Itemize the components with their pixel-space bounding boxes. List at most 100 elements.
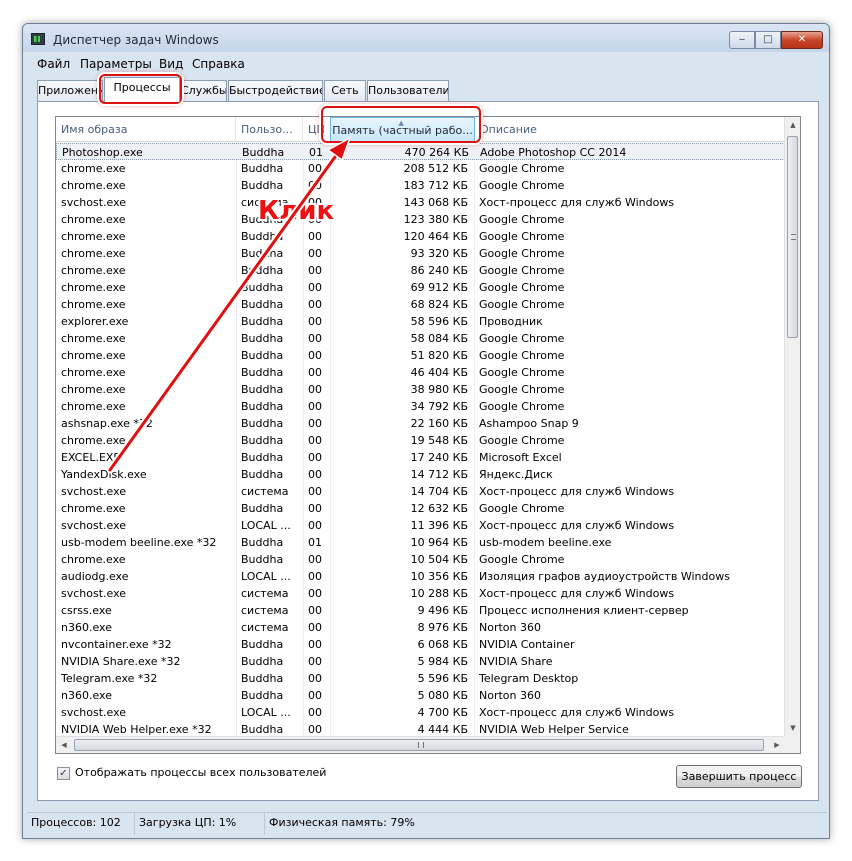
status-cpu-usage: Загрузка ЦП: 1%: [135, 813, 265, 835]
title-bar[interactable]: Диспетчер задач Windows ‒ □ ✕: [23, 24, 829, 52]
scroll-left-icon[interactable]: ◀: [56, 737, 72, 753]
horizontal-scrollbar[interactable]: ◀ ▶: [56, 736, 785, 753]
close-button[interactable]: ✕: [781, 31, 823, 49]
table-row[interactable]: chrome.exe Buddha 00 183 712 КБ Google Chrom…: [56, 177, 785, 194]
table-row[interactable]: chrome.exe Buddha 00 34 792 КБ Google Chrome: [56, 398, 785, 415]
menu-options[interactable]: Параметры: [80, 57, 152, 71]
process-cpu: 00: [308, 349, 322, 362]
end-process-button[interactable]: Завершить процесс: [676, 765, 802, 788]
table-row[interactable]: chrome.exe Buddha 00 123 380 КБ Google Chrom…: [56, 211, 785, 228]
table-row[interactable]: chrome.exe Buddha 00 58 084 КБ Google Chrome: [56, 330, 785, 347]
table-row[interactable]: chrome.exe Buddha 00 10 504 КБ Google Chrome: [56, 551, 785, 568]
table-row[interactable]: chrome.exe Buddha 00 93 320 КБ Google Chrome: [56, 245, 785, 262]
process-name: svchost.exe: [61, 519, 127, 532]
scrollbar-corner: [784, 736, 800, 753]
table-row[interactable]: csrss.exe система 00 9 496 КБ Процесс исполн…: [56, 602, 785, 619]
process-name: EXCEL.EXE: [61, 451, 121, 464]
table-row[interactable]: Photoshop.exe Buddha 01 470 264 КБ Adobe Pho…: [56, 143, 785, 160]
scroll-up-icon[interactable]: ▲: [785, 117, 800, 134]
process-name: chrome.exe: [61, 281, 126, 294]
process-memory: 183 712 КБ: [403, 179, 468, 192]
tab-users[interactable]: Пользователи: [367, 80, 449, 101]
process-description: Хост-процесс для служб Windows: [479, 587, 675, 600]
minimize-button[interactable]: ‒: [729, 31, 755, 49]
column-header-description[interactable]: Описание: [475, 117, 785, 142]
tab-services[interactable]: Службы: [180, 80, 227, 101]
process-user: Buddha: [241, 179, 284, 192]
process-user: Buddha: [241, 655, 284, 668]
table-row[interactable]: n360.exe система 00 8 976 КБ Norton 360: [56, 619, 785, 636]
process-memory: 8 976 КБ: [417, 621, 468, 634]
process-memory: 34 792 КБ: [410, 400, 468, 413]
menu-file[interactable]: Файл: [37, 57, 70, 71]
table-row[interactable]: svchost.exe LOCAL ... 00 11 396 КБ Хост-проц…: [56, 517, 785, 534]
scroll-down-icon[interactable]: ▼: [785, 720, 800, 737]
process-name: chrome.exe: [61, 179, 126, 192]
process-list[interactable]: Имя образа Пользо... ЦП ▲ Память (частны…: [55, 116, 801, 754]
process-user: Buddha: [241, 230, 284, 243]
table-row[interactable]: nvcontainer.exe *32 Buddha 00 6 068 КБ NVIDI…: [56, 636, 785, 653]
vertical-scrollbar[interactable]: ▲ ▼: [784, 117, 800, 737]
tab-network[interactable]: Сеть: [324, 80, 366, 101]
tab-processes[interactable]: Процессы: [104, 77, 180, 102]
process-user: Buddha: [241, 264, 284, 277]
table-row[interactable]: svchost.exe система 00 10 288 КБ Хост-процес…: [56, 585, 785, 602]
column-header-user[interactable]: Пользо...: [236, 117, 303, 142]
process-description: Google Chrome: [479, 434, 565, 447]
table-row[interactable]: audiodg.exe LOCAL ... 00 10 356 КБ Изоляция …: [56, 568, 785, 585]
table-row[interactable]: ashsnap.exe *32 Buddha 00 22 160 КБ Ashampoo…: [56, 415, 785, 432]
process-name: Photoshop.exe: [62, 146, 143, 159]
table-row[interactable]: chrome.exe Buddha 00 46 404 КБ Google Chrome: [56, 364, 785, 381]
table-row[interactable]: chrome.exe Buddha 00 69 912 КБ Google Chrome: [56, 279, 785, 296]
process-name: svchost.exe: [61, 587, 127, 600]
process-cpu: 00: [308, 383, 322, 396]
table-row[interactable]: chrome.exe Buddha 00 12 632 КБ Google Chrome: [56, 500, 785, 517]
process-description: NVIDIA Container: [479, 638, 575, 651]
process-user: Buddha: [241, 349, 284, 362]
table-row[interactable]: svchost.exe система 00 143 068 КБ Хост-проце…: [56, 194, 785, 211]
menu-help[interactable]: Справка: [192, 57, 245, 71]
process-user: Buddha: [241, 689, 284, 702]
table-row[interactable]: chrome.exe Buddha 00 68 824 КБ Google Chrome: [56, 296, 785, 313]
maximize-button[interactable]: □: [755, 31, 781, 49]
process-cpu: 00: [308, 366, 322, 379]
process-name: Telegram.exe *32: [61, 672, 158, 685]
table-row[interactable]: usb-modem beeline.exe *32 Buddha 01 10 964 …: [56, 534, 785, 551]
process-memory: 86 240 КБ: [410, 264, 468, 277]
table-row[interactable]: svchost.exe LOCAL ... 00 4 700 КБ Хост-проце…: [56, 704, 785, 721]
process-user: LOCAL ...: [241, 519, 291, 532]
task-manager-window: Диспетчер задач Windows ‒ □ ✕ Файл Парам…: [22, 23, 830, 839]
table-row[interactable]: chrome.exe Buddha 00 120 464 КБ Google Chrom…: [56, 228, 785, 245]
table-row[interactable]: EXCEL.EXE Buddha 00 17 240 КБ Microsoft Exce…: [56, 449, 785, 466]
column-header-image-name[interactable]: Имя образа: [56, 117, 236, 142]
table-row[interactable]: n360.exe Buddha 00 5 080 КБ Norton 360: [56, 687, 785, 704]
table-row[interactable]: chrome.exe Buddha 00 51 820 КБ Google Chrome: [56, 347, 785, 364]
table-row[interactable]: explorer.exe Buddha 00 58 596 КБ Проводник: [56, 313, 785, 330]
process-name: n360.exe: [61, 689, 112, 702]
table-row[interactable]: chrome.exe Buddha 00 86 240 КБ Google Chrome: [56, 262, 785, 279]
table-row[interactable]: chrome.exe Buddha 00 19 548 КБ Google Chrome: [56, 432, 785, 449]
process-rows: Photoshop.exe Buddha 01 470 264 КБ Adobe Pho…: [56, 143, 785, 738]
menu-view[interactable]: Вид: [159, 57, 183, 71]
vertical-scroll-thumb[interactable]: [787, 136, 798, 338]
table-row[interactable]: chrome.exe Buddha 00 208 512 КБ Google Chrom…: [56, 160, 785, 177]
process-cpu: 00: [308, 247, 322, 260]
process-cpu: 00: [308, 621, 322, 634]
process-description: Norton 360: [479, 621, 541, 634]
process-description: Хост-процесс для служб Windows: [479, 485, 675, 498]
show-all-users-label[interactable]: Отображать процессы всех пользователей: [75, 766, 326, 779]
tab-performance[interactable]: Быстродействие: [228, 80, 323, 101]
horizontal-scroll-thumb[interactable]: [74, 739, 764, 751]
process-memory: 58 596 КБ: [410, 315, 468, 328]
show-all-users-checkbox[interactable]: ✓: [57, 767, 70, 780]
process-cpu: 00: [308, 604, 322, 617]
process-description: Google Chrome: [479, 230, 565, 243]
process-name: chrome.exe: [61, 213, 126, 226]
table-row[interactable]: svchost.exe система 00 14 704 КБ Хост-процес…: [56, 483, 785, 500]
table-row[interactable]: chrome.exe Buddha 00 38 980 КБ Google Chrome: [56, 381, 785, 398]
tab-applications[interactable]: Приложения: [37, 80, 103, 101]
table-row[interactable]: NVIDIA Share.exe *32 Buddha 00 5 984 КБ NVID…: [56, 653, 785, 670]
table-row[interactable]: Telegram.exe *32 Buddha 00 5 596 КБ Telegram…: [56, 670, 785, 687]
scroll-right-icon[interactable]: ▶: [769, 737, 785, 753]
table-row[interactable]: YandexDisk.exe Buddha 00 14 712 КБ Яндекс.Ди…: [56, 466, 785, 483]
